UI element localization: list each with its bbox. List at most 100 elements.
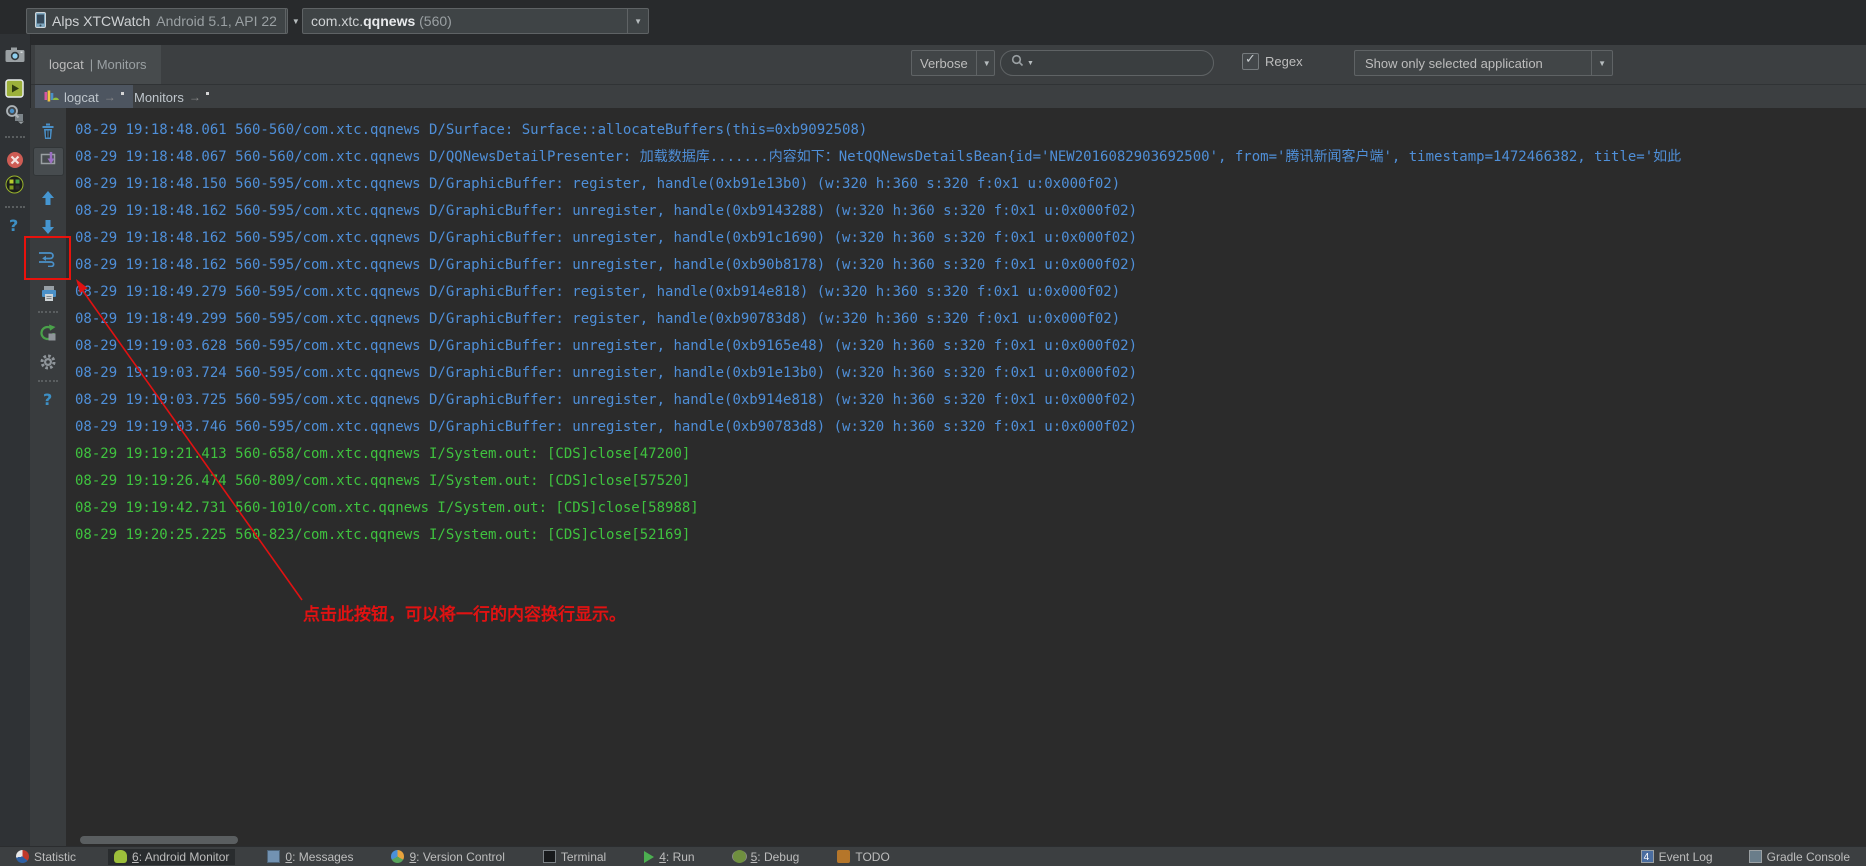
- system-info-icon: [5, 175, 24, 199]
- log-line: 08-29 19:19:21.413 560-658/com.xtc.qqnew…: [75, 446, 691, 462]
- version-control-icon: [391, 850, 405, 863]
- statistic-icon: [16, 850, 29, 863]
- log-line: 08-29 19:19:03.724 560-595/com.xtc.qqnew…: [75, 365, 1138, 381]
- statusbar-item-messages[interactable]: 0: Messages: [261, 849, 359, 865]
- toolwindow-title: logcat: [49, 57, 84, 72]
- device-api: Android 5.1, API 22: [156, 13, 277, 29]
- horizontal-scrollbar-thumb[interactable]: [80, 836, 238, 844]
- log-line: 08-29 19:18:48.150 560-595/com.xtc.qqnew…: [75, 176, 1121, 192]
- log-line: 08-29 19:19:03.628 560-595/com.xtc.qqnew…: [75, 338, 1138, 354]
- statusbar: Statistic 6: Android Monitor 0: Messages 9:…: [0, 846, 1866, 866]
- logcat-search-field[interactable]: ▼: [1000, 50, 1216, 76]
- camera-icon: [5, 47, 25, 68]
- wrap-lines-button[interactable]: [37, 249, 59, 272]
- terminate-icon: [6, 151, 24, 174]
- search-input[interactable]: [1035, 54, 1216, 72]
- android-icon: [114, 850, 128, 863]
- todo-icon: [837, 850, 851, 863]
- device-phone-icon: [35, 11, 46, 31]
- print-icon: [40, 285, 58, 307]
- statusbar-left: Statistic 6: Android Monitor 0: Messages 9:…: [10, 848, 896, 865]
- annotation-text: 点击此按钮，可以将一行的内容换行显示。: [303, 605, 626, 625]
- down-stack-trace-icon: [41, 219, 55, 240]
- log-line: 08-29 19:19:26.474 560-809/com.xtc.qqnew…: [75, 473, 691, 489]
- device-selector[interactable]: Alps XTCWatch Android 5.1, API 22 ▼: [26, 8, 300, 34]
- statusbar-item-statistic[interactable]: Statistic: [10, 849, 82, 865]
- log-line: 08-29 19:18:48.061 560-560/com.xtc.qqnew…: [75, 122, 868, 138]
- regex-checkbox[interactable]: ✓: [1242, 51, 1259, 70]
- log-line: 08-29 19:18:49.279 560-595/com.xtc.qqnew…: [75, 284, 1121, 300]
- logcat-settings-button[interactable]: [39, 353, 57, 376]
- gradle-console-icon: [1748, 850, 1762, 863]
- log-line: 08-29 19:19:42.731 560-1010/com.xtc.qqne…: [75, 500, 699, 516]
- down-stack-trace-button[interactable]: [41, 219, 55, 240]
- process-selector[interactable]: com.xtc.qqnews (560) ▼: [302, 8, 649, 34]
- statusbar-item-run[interactable]: 4: Run: [638, 849, 700, 865]
- log-line: 08-29 19:18:48.067 560-560/com.xtc.qqnew…: [75, 149, 1682, 165]
- statusbar-item-label: 0: Messages: [285, 849, 354, 864]
- system-info-button[interactable]: [5, 175, 24, 199]
- statusbar-item-label: Terminal: [560, 849, 607, 864]
- process-name: com.xtc.qqnews (560): [311, 13, 452, 29]
- statusbar-item-label: Gradle Console: [1766, 849, 1850, 864]
- clear-logcat-button[interactable]: [40, 122, 56, 145]
- logcat-output[interactable]: 08-29 19:18:48.061 560-560/com.xtc.qqnew…: [66, 108, 1866, 846]
- layout-inspector-icon: [4, 104, 25, 129]
- debug-icon: [732, 850, 746, 863]
- screen-record-icon: [5, 79, 24, 103]
- tab-modified-dot: [205, 92, 209, 95]
- tab-arrow-icon: →: [103, 90, 116, 104]
- terminal-icon: [542, 850, 556, 863]
- help-button[interactable]: ?: [9, 216, 18, 235]
- logcat-help-button[interactable]: ?: [43, 390, 52, 409]
- monitor-tabstrip: logcat → Monitors →: [30, 84, 1866, 109]
- print-button[interactable]: [40, 285, 58, 307]
- search-icon: [1011, 54, 1025, 72]
- statusbar-item-terminal[interactable]: Terminal: [537, 849, 612, 865]
- statusbar-item-label: 9: Version Control: [409, 849, 505, 864]
- scroll-to-end-button[interactable]: [33, 147, 64, 176]
- messages-icon: [267, 850, 281, 863]
- layout-inspector-button[interactable]: [4, 104, 25, 129]
- scroll-to-end-icon: [40, 151, 58, 172]
- restart-icon: [39, 324, 57, 347]
- search-history-chevron-icon[interactable]: ▼: [1027, 60, 1034, 67]
- statusbar-item-debug[interactable]: 5: Debug: [727, 849, 806, 865]
- logcat-toolbar: ?: [30, 108, 67, 846]
- tab-monitors[interactable]: Monitors →: [125, 85, 218, 109]
- screen-record-button[interactable]: [5, 79, 24, 103]
- tab-logcat[interactable]: logcat →: [35, 85, 133, 109]
- restart-button[interactable]: [39, 324, 57, 347]
- trash-icon: [40, 122, 56, 145]
- wrap-lines-icon: [37, 249, 59, 272]
- filter-selector[interactable]: Show only selected application ▼: [1354, 50, 1613, 76]
- tab-arrow-icon: →: [188, 90, 201, 104]
- screenshot-button[interactable]: [5, 47, 25, 68]
- monitor-toolbar: Alps XTCWatch Android 5.1, API 22 ▼ com.…: [0, 0, 1866, 46]
- logcat-tab-icon: [44, 90, 59, 105]
- log-level-selector[interactable]: Verbose ▼: [911, 50, 995, 76]
- android-monitor-window: Alps XTCWatch Android 5.1, API 22 ▼ com.…: [0, 0, 1866, 866]
- chevron-down-icon: ▼: [975, 51, 997, 75]
- statusbar-item-todo[interactable]: TODO: [831, 849, 895, 865]
- event-log-icon: 4: [1640, 850, 1654, 863]
- log-line: 08-29 19:19:03.725 560-595/com.xtc.qqnew…: [75, 392, 1138, 408]
- gear-icon: [39, 353, 57, 376]
- regex-option: ✓ Regex: [1242, 51, 1303, 70]
- statusbar-item-label: Event Log: [1658, 849, 1713, 864]
- toolwindow-title-tab[interactable]: logcat | Monitors: [35, 45, 161, 84]
- statusbar-item-gradleconsole[interactable]: Gradle Console: [1743, 849, 1856, 865]
- up-stack-trace-button[interactable]: [41, 190, 55, 211]
- terminate-application-button[interactable]: [6, 151, 24, 174]
- statusbar-right: 4 Event Log Gradle Console: [1635, 849, 1856, 865]
- regex-label: Regex: [1265, 54, 1303, 69]
- statusbar-item-androidmonitor[interactable]: 6: Android Monitor: [108, 848, 236, 865]
- tab-modified-dot: [120, 92, 124, 95]
- help-icon: ?: [9, 216, 19, 235]
- chevron-down-icon: ▼: [627, 9, 648, 33]
- statusbar-item-versioncontrol[interactable]: 9: Version Control: [385, 849, 510, 865]
- statusbar-item-eventlog[interactable]: 4 Event Log: [1635, 849, 1719, 865]
- log-line: 08-29 19:18:48.162 560-595/com.xtc.qqnew…: [75, 230, 1138, 246]
- toolwindow-header-row: logcat | Monitors Verbose ▼ ▼ ✓ Regex Sh…: [30, 45, 1866, 84]
- event-count-badge: 4: [1643, 852, 1650, 863]
